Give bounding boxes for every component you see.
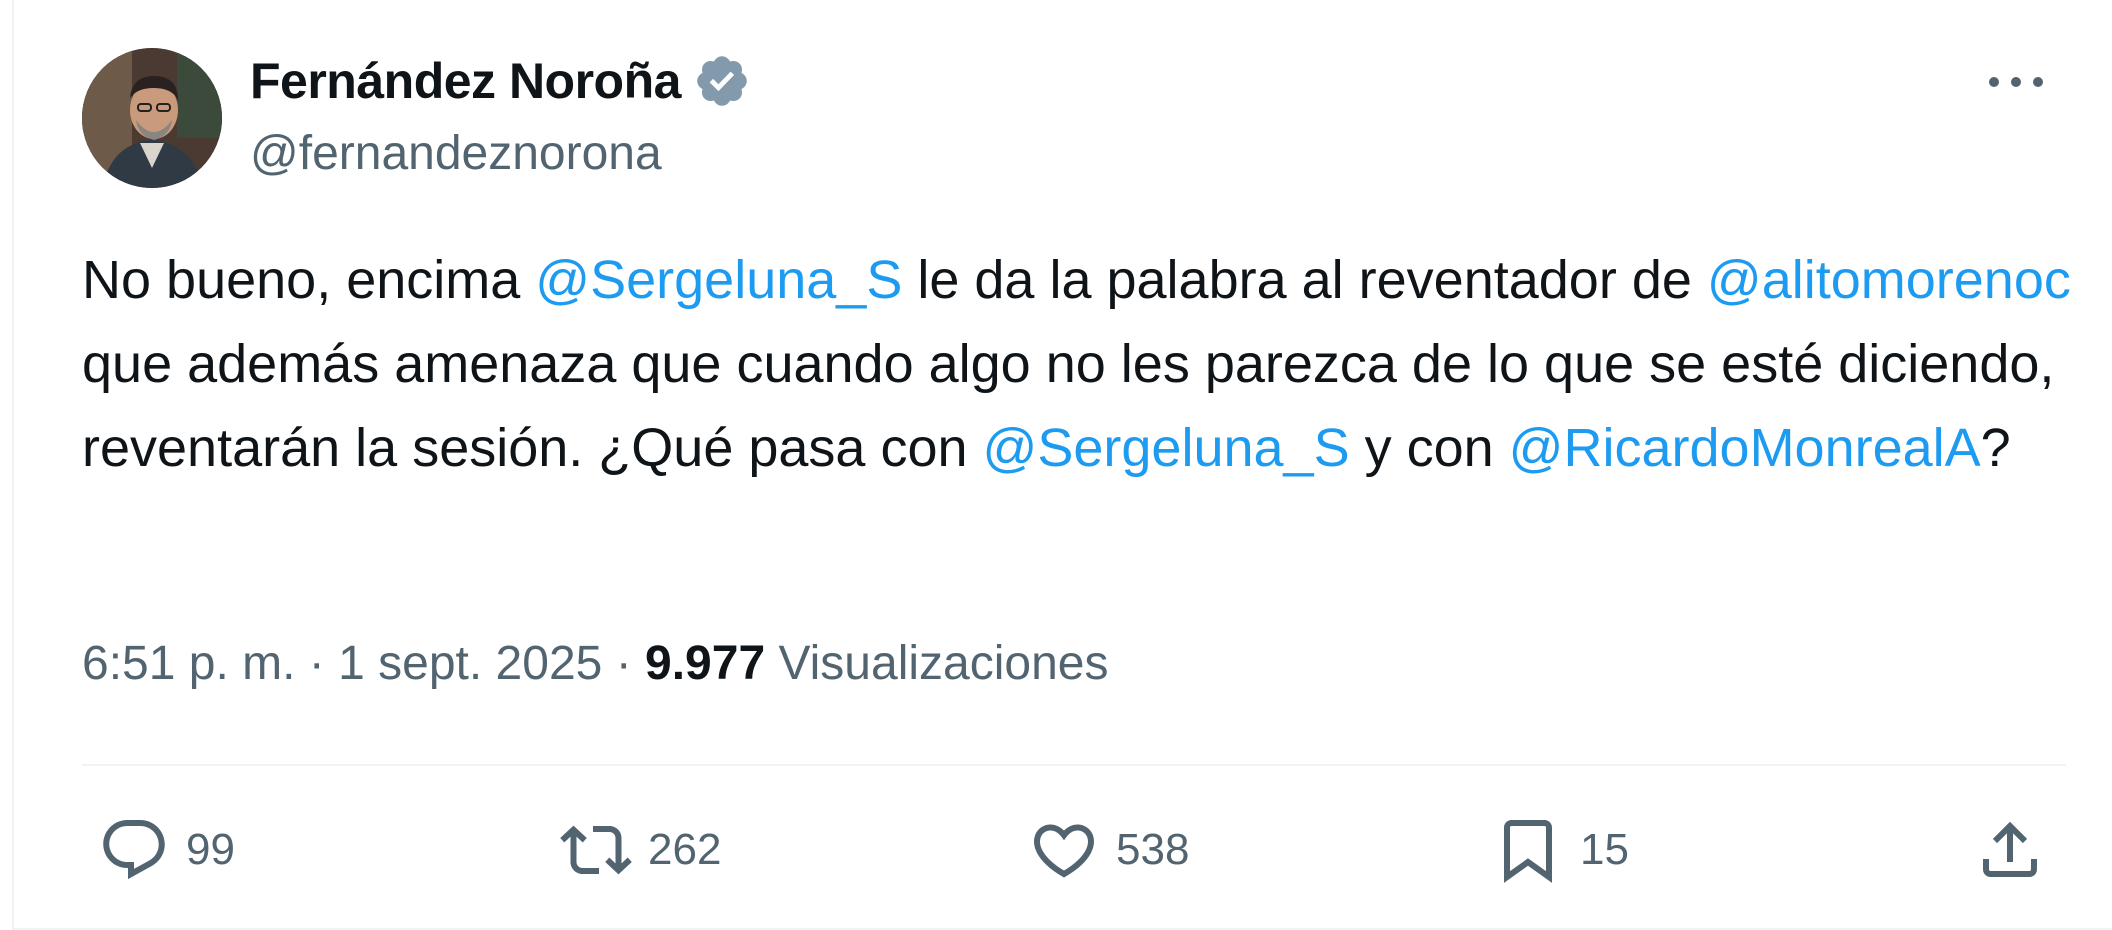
mention-link[interactable]: @Sergeluna_S <box>535 250 902 310</box>
bookmark-button[interactable]: 15 <box>1492 810 1629 890</box>
tweet-time[interactable]: 6:51 p. m. <box>82 637 295 690</box>
tweet-date[interactable]: 1 sept. 2025 <box>338 637 602 690</box>
author-avatar[interactable] <box>82 48 222 188</box>
tweet-text-segment: le da la palabra al reventador de <box>902 250 1707 310</box>
mention-link[interactable]: @alitomorenoc <box>1707 250 2071 310</box>
action-bar: 99 262 538 15 <box>82 800 2066 900</box>
tweet-card: Fernández Noroña @fernandeznorona No bue… <box>12 0 2112 930</box>
repost-icon <box>560 825 632 875</box>
tweet-text-segment: No bueno, encima <box>82 250 536 310</box>
share-icon <box>1983 821 2037 877</box>
reply-icon <box>103 820 165 880</box>
more-dots-icon <box>1989 77 2043 87</box>
views-count[interactable]: 9.977 <box>645 637 765 690</box>
share-button[interactable] <box>1974 810 2046 890</box>
repost-count: 262 <box>648 825 722 874</box>
author-handle[interactable]: @fernandeznorona <box>250 126 662 181</box>
more-options-button[interactable] <box>1980 62 2052 102</box>
reply-count: 99 <box>186 825 235 874</box>
repost-button[interactable]: 262 <box>560 810 721 890</box>
meta-separator: · <box>615 637 632 690</box>
tweet-text-segment: y con <box>1349 418 1509 478</box>
like-button[interactable]: 538 <box>1028 810 1189 890</box>
mention-link[interactable]: @RicardoMonrealA <box>1509 418 1981 478</box>
like-count: 538 <box>1116 825 1190 874</box>
author-name-row: Fernández Noroña <box>250 52 751 110</box>
views-label[interactable]: Visualizaciones <box>778 637 1108 690</box>
tweet-text-segment: ? <box>1980 418 2011 478</box>
mention-link[interactable]: @Sergeluna_S <box>983 418 1350 478</box>
heart-icon <box>1033 824 1095 878</box>
reply-button[interactable]: 99 <box>98 810 235 890</box>
meta-separator: · <box>308 637 325 690</box>
bookmark-icon <box>1504 820 1552 883</box>
verified-badge-icon[interactable] <box>693 52 751 110</box>
avatar-portrait-icon <box>82 48 222 188</box>
bookmark-count: 15 <box>1580 825 1629 874</box>
tweet-meta: 6:51 p. m. · 1 sept. 2025 · 9.977 Visual… <box>82 636 1108 691</box>
author-display-name[interactable]: Fernández Noroña <box>250 52 681 110</box>
divider <box>82 764 2066 766</box>
tweet-text: No bueno, encima @Sergeluna_S le da la p… <box>82 238 2072 490</box>
